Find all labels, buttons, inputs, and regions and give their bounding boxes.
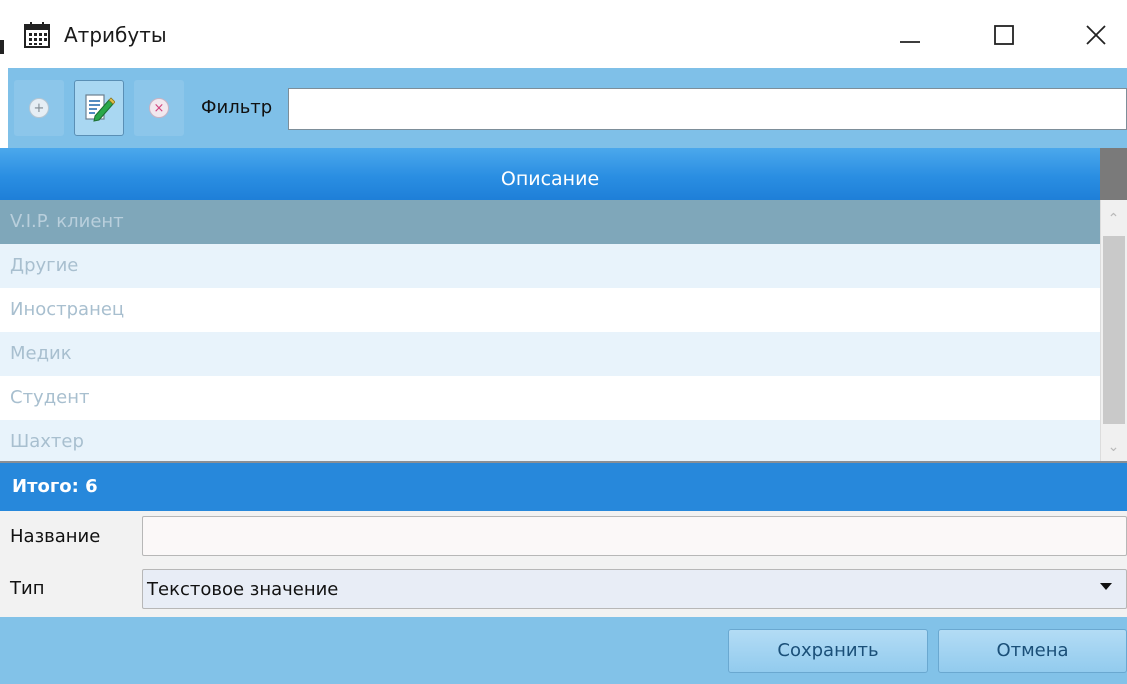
scroll-down-arrow-icon[interactable]: ⌄ [1100, 434, 1127, 460]
table-row[interactable]: Другие [0, 244, 1100, 288]
grid-header-corner [1100, 148, 1127, 200]
table-row[interactable]: Медик [0, 332, 1100, 376]
total-count: Итого: 6 [0, 463, 1127, 511]
type-select[interactable]: Текстовое значение [142, 569, 1127, 609]
table-row[interactable]: Шахтер [0, 420, 1100, 461]
type-label: Тип [10, 578, 45, 599]
column-header-description[interactable]: Описание [0, 148, 1100, 200]
maximize-button[interactable] [974, 10, 1034, 60]
scrollbar-thumb[interactable] [1103, 236, 1125, 424]
filter-input[interactable] [288, 88, 1127, 130]
cancel-button[interactable]: Отмена [938, 629, 1127, 673]
pencil-edit-icon [85, 94, 115, 122]
minimize-icon [900, 41, 920, 43]
name-label: Название [10, 526, 101, 547]
save-button[interactable]: Сохранить [728, 629, 928, 673]
plus-circle-icon: + [29, 98, 49, 118]
filter-label: Фильтр [201, 97, 273, 118]
dropdown-arrow-icon[interactable] [1100, 583, 1112, 590]
title-bar [0, 0, 1127, 68]
maximize-icon [994, 25, 1014, 45]
x-circle-icon: × [149, 98, 169, 118]
close-icon [1086, 25, 1106, 45]
name-input[interactable] [142, 516, 1127, 556]
table-row[interactable]: V.I.P. клиент [0, 200, 1100, 244]
table-row[interactable]: Иностранец [0, 288, 1100, 332]
scroll-up-arrow-icon[interactable]: ⌃ [1100, 206, 1127, 232]
add-button[interactable]: + [14, 80, 64, 136]
window-title: Атрибуты [64, 23, 167, 47]
delete-button[interactable]: × [134, 80, 184, 136]
table-row[interactable]: Студент [0, 376, 1100, 420]
minimize-button[interactable] [880, 10, 940, 60]
window-edge-marker [0, 40, 4, 54]
close-button[interactable] [1066, 10, 1126, 60]
edit-button[interactable] [74, 80, 124, 136]
calendar-icon [24, 22, 50, 48]
